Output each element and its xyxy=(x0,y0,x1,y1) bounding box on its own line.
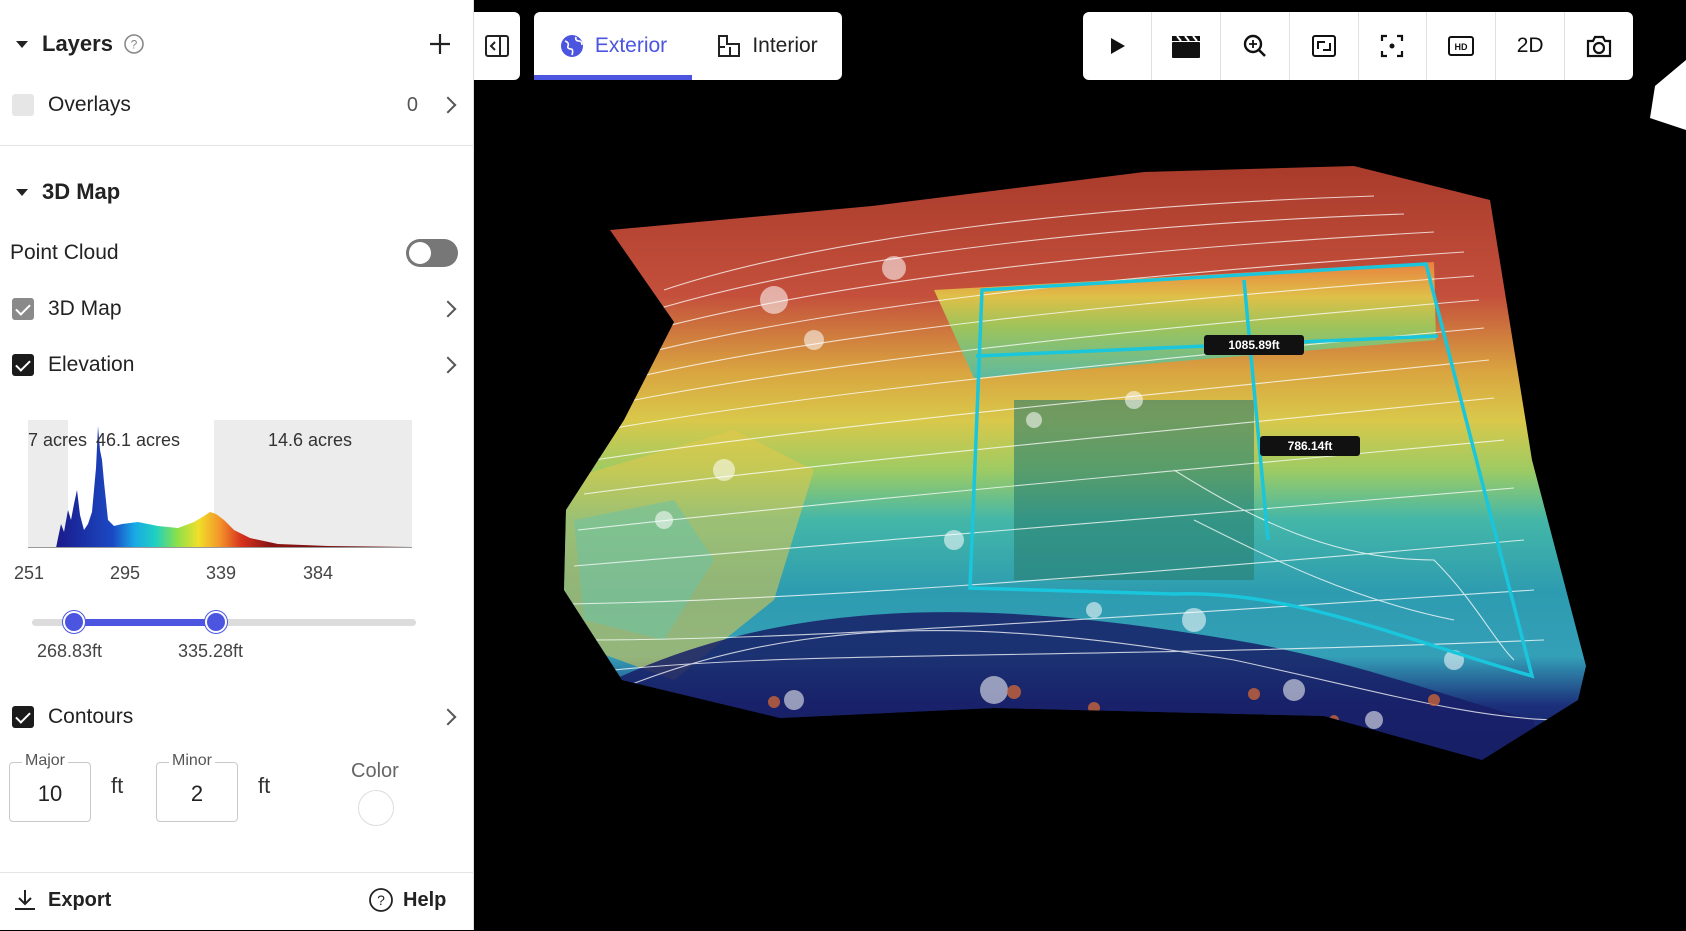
map3d-header[interactable]: 3D Map xyxy=(0,174,490,210)
axis-tick-label: 339 xyxy=(206,563,237,583)
axis-tick-label: 251 xyxy=(14,563,45,583)
point-cloud-row: Point Cloud xyxy=(0,236,484,270)
width-measure-label: 1085.89ft xyxy=(1228,338,1279,352)
zoom-button[interactable] xyxy=(1221,12,1290,80)
flythrough-button[interactable] xyxy=(1152,12,1221,80)
zoom-search-icon xyxy=(1243,34,1266,57)
chevron-right-icon[interactable] xyxy=(439,300,457,318)
minor-value[interactable]: 2 xyxy=(157,781,237,807)
chevron-right-icon[interactable] xyxy=(439,96,457,114)
overlays-label: Overlays xyxy=(48,93,131,116)
overlays-checkbox[interactable] xyxy=(12,94,34,116)
globe-icon xyxy=(560,35,583,57)
contour-color-swatch[interactable] xyxy=(358,790,394,826)
view-toolbar: HD 2D xyxy=(1083,12,1633,80)
overlays-row[interactable]: Overlays 0 xyxy=(0,88,486,122)
collapse-caret-icon[interactable] xyxy=(16,188,28,196)
major-unit: ft xyxy=(111,773,124,798)
layer-3d-map[interactable]: 3D Map xyxy=(0,292,486,326)
hd-button[interactable]: HD xyxy=(1427,12,1497,80)
minor-unit: ft xyxy=(258,773,271,798)
divider xyxy=(0,145,474,146)
tab-interior[interactable]: Interior xyxy=(692,12,842,80)
add-layer-icon[interactable] xyxy=(428,32,452,56)
fit-frame-icon xyxy=(1311,35,1336,57)
map3d-title: 3D Map xyxy=(42,179,121,204)
help-button[interactable]: ? Help xyxy=(368,887,446,913)
major-value[interactable]: 10 xyxy=(10,781,90,807)
axis-tick-label: 295 xyxy=(110,563,141,583)
major-interval-field[interactable]: Major 10 xyxy=(9,752,91,822)
range-high-value: 335.28ft xyxy=(178,641,244,661)
3d-map-label: 3D Map xyxy=(48,297,122,320)
slider-range-fill xyxy=(74,619,216,626)
2d-label: 2D xyxy=(1516,34,1544,57)
chevron-right-icon[interactable] xyxy=(439,708,457,726)
layers-header[interactable]: Layers ? xyxy=(0,24,490,64)
svg-text:?: ? xyxy=(131,38,138,52)
point-cloud-label: Point Cloud xyxy=(10,241,119,264)
contours-label: Contours xyxy=(48,705,134,728)
svg-text:?: ? xyxy=(377,892,385,908)
elevation-terrain xyxy=(564,166,1586,760)
layers-title: Layers xyxy=(42,31,113,56)
point-cloud-toggle[interactable] xyxy=(406,239,458,267)
major-label: Major xyxy=(22,752,69,770)
collapse-caret-icon[interactable] xyxy=(16,40,28,48)
focus-button[interactable] xyxy=(1359,12,1428,80)
overlays-count: 0 xyxy=(406,93,418,116)
svg-text:HD: HD xyxy=(1455,42,1468,52)
screenshot-button[interactable] xyxy=(1565,12,1633,80)
tab-exterior-label: Exterior xyxy=(594,34,668,57)
help-circle-icon: ? xyxy=(369,888,393,912)
export-button[interactable]: Export xyxy=(12,887,111,913)
play-icon xyxy=(1110,38,1125,54)
focus-target-icon xyxy=(1381,34,1404,58)
area-label-below: 7 acres xyxy=(28,430,88,450)
3d-map-checkbox[interactable] xyxy=(12,298,34,320)
layer-contours[interactable]: Contours xyxy=(0,700,486,734)
export-label: Export xyxy=(48,888,112,911)
axis-tick-label: 384 xyxy=(303,563,334,583)
download-icon xyxy=(15,890,35,910)
fit-view-button[interactable] xyxy=(1290,12,1359,80)
panel-footer: Export ? Help xyxy=(0,872,474,931)
height-measure-label: 786.14ft xyxy=(1288,439,1333,453)
layers-panel: Layers ? Overlays 0 3D Map Point Cloud 3… xyxy=(0,0,474,930)
layer-elevation[interactable]: Elevation xyxy=(0,348,486,382)
slider-high-handle[interactable] xyxy=(205,611,227,633)
collapse-panel-button[interactable] xyxy=(474,12,520,80)
help-circle-icon[interactable]: ? xyxy=(123,33,145,55)
elevation-checkbox[interactable] xyxy=(12,354,34,376)
minor-interval-field[interactable]: Minor 2 xyxy=(156,752,238,822)
sidebar-toggle-icon xyxy=(485,35,509,57)
help-label: Help xyxy=(403,888,447,911)
area-label-above: 14.6 acres xyxy=(268,430,353,450)
2d-toggle-button[interactable]: 2D xyxy=(1496,12,1566,80)
tab-exterior[interactable]: Exterior xyxy=(534,12,692,80)
view-tabs: Exterior Interior xyxy=(534,12,842,80)
slider-low-handle[interactable] xyxy=(63,611,85,633)
camera-icon xyxy=(1586,35,1612,58)
contours-checkbox[interactable] xyxy=(12,706,34,728)
clapperboard-icon xyxy=(1171,35,1200,58)
minor-label: Minor xyxy=(169,752,216,770)
active-tab-indicator xyxy=(534,75,692,80)
map-viewport[interactable]: 1085.89ft 786.14ft xyxy=(474,0,1686,930)
tab-interior-label: Interior xyxy=(752,34,818,57)
hd-icon: HD xyxy=(1448,36,1475,56)
range-low-value: 268.83ft xyxy=(37,641,103,661)
floorplan-icon xyxy=(718,35,741,57)
area-label-in-range: 46.1 acres xyxy=(96,430,181,450)
color-label: Color xyxy=(351,760,399,782)
chevron-right-icon[interactable] xyxy=(439,356,457,374)
elevation-label: Elevation xyxy=(48,353,135,376)
play-button[interactable] xyxy=(1083,12,1152,80)
